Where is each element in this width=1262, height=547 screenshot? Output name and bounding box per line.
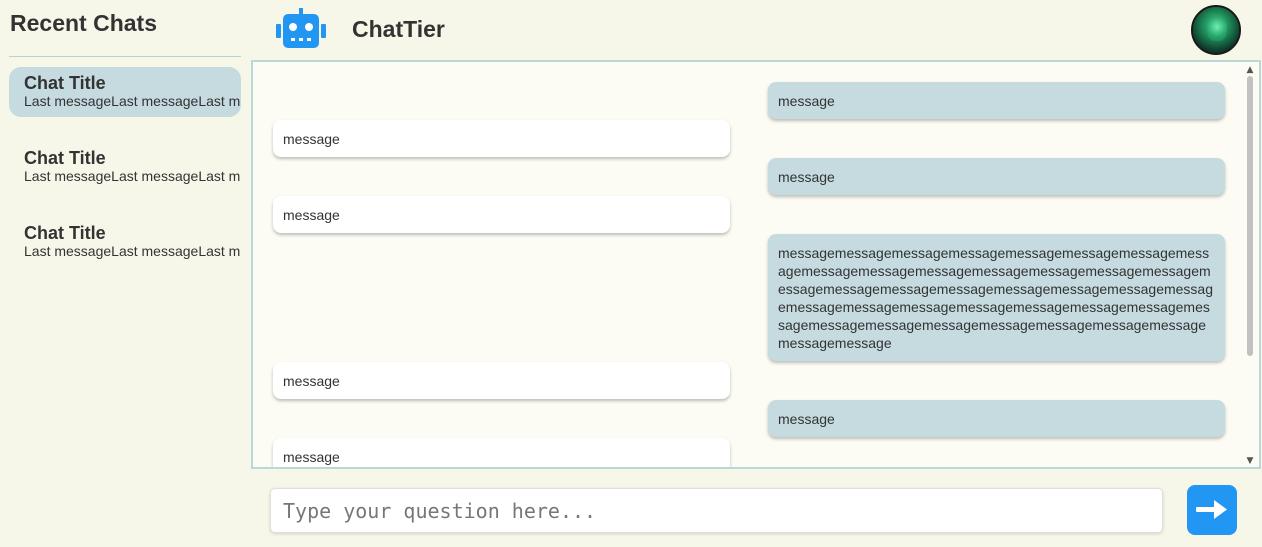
chat-item-last-message: Last messageLast messageLast message — [24, 93, 241, 109]
app-title: ChatTier — [352, 16, 445, 42]
chat-item-title: Chat Title — [24, 223, 106, 243]
sidebar-divider — [9, 56, 241, 57]
messages-panel[interactable]: message message message message messagem… — [251, 60, 1261, 469]
scrollbar[interactable]: ▲ ▼ — [1245, 62, 1255, 467]
chat-item[interactable]: Chat Title Last messageLast messageLast … — [9, 142, 241, 192]
scroll-up-icon[interactable]: ▲ — [1245, 64, 1255, 76]
chat-item[interactable]: Chat Title Last messageLast messageLast … — [9, 217, 241, 267]
chat-item-title: Chat Title — [24, 148, 106, 168]
user-message: message — [768, 158, 1225, 195]
user-avatar[interactable] — [1191, 5, 1241, 55]
user-message-long: messagemessagemessagemessagemessagemessa… — [768, 234, 1225, 361]
bot-message: message — [273, 362, 730, 399]
bot-message: message — [273, 438, 730, 467]
user-message: message — [768, 82, 1225, 119]
chat-item-last-message: Last messageLast messageLast message — [24, 243, 241, 259]
send-button[interactable] — [1187, 485, 1237, 535]
scrollbar-thumb[interactable] — [1247, 76, 1253, 356]
chat-item-title: Chat Title — [24, 73, 106, 93]
sidebar-title: Recent Chats — [10, 10, 157, 36]
arrow-right-icon — [1196, 499, 1228, 522]
bot-message: message — [273, 196, 730, 233]
bot-message: message — [273, 120, 730, 157]
sidebar: Recent Chats Chat Title Last messageLast… — [0, 0, 250, 547]
question-input[interactable] — [270, 488, 1163, 533]
chat-item-last-message: Last messageLast messageLast message — [24, 168, 241, 184]
user-message: message — [768, 400, 1225, 437]
chat-item-active[interactable]: Chat Title Last messageLast messageLast … — [9, 67, 241, 117]
chat-app: Recent Chats Chat Title Last messageLast… — [0, 0, 1262, 547]
scroll-down-icon[interactable]: ▼ — [1245, 455, 1255, 467]
robot-icon — [275, 8, 327, 50]
